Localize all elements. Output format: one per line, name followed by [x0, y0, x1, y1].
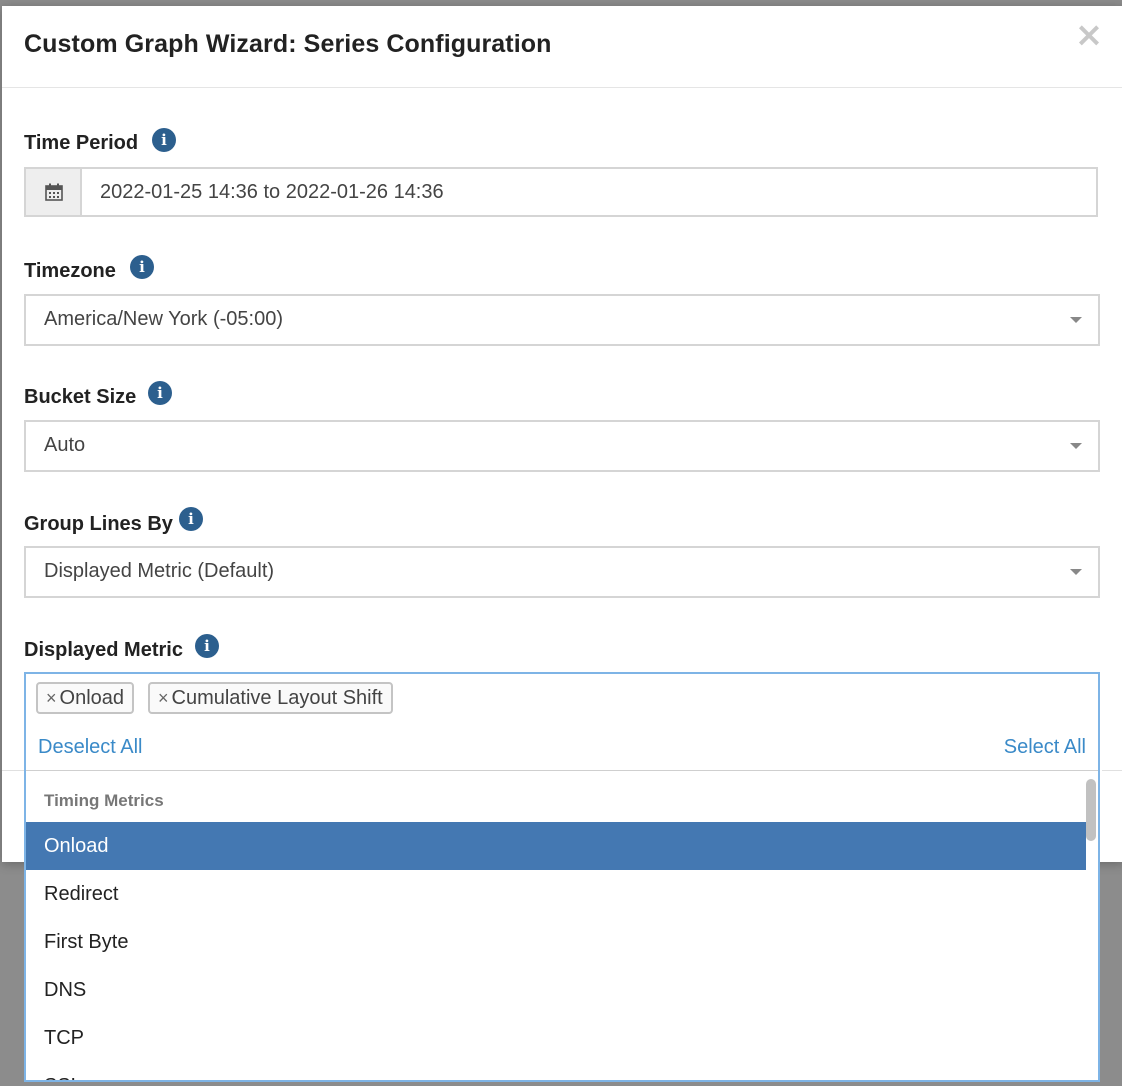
option-dns[interactable]: DNS	[26, 966, 1086, 1014]
time-period-value: 2022-01-25 14:36 to 2022-01-26 14:36	[100, 181, 444, 203]
calendar-icon	[45, 183, 63, 201]
tag-label: Cumulative Layout Shift	[171, 687, 383, 709]
footer-divider	[1102, 770, 1122, 771]
displayed-metric-info-icon[interactable]: i	[195, 634, 219, 658]
group-lines-by-info-icon[interactable]: i	[179, 507, 203, 531]
timezone-label: Timezone	[24, 260, 116, 282]
modal-header: Custom Graph Wizard: Series Configuratio…	[2, 6, 1122, 88]
tag-onload: × Onload	[36, 682, 135, 714]
bucket-size-value: Auto	[44, 434, 86, 456]
option-tcp[interactable]: TCP	[26, 1014, 1086, 1062]
option-first-byte[interactable]: First Byte	[26, 918, 1086, 966]
chevron-down-icon	[1070, 569, 1082, 575]
bucket-size-label: Bucket Size	[24, 386, 137, 408]
chevron-down-icon	[1070, 443, 1082, 449]
displayed-metric-multiselect[interactable]: × Onload × Cumulative Layout Shift Deselec…	[24, 672, 1100, 1082]
select-actions: Deselect All Select All	[26, 728, 1098, 771]
options-list[interactable]: Timing Metrics Onload Redirect First Byt…	[26, 771, 1098, 1080]
tag-remove-icon[interactable]: ×	[46, 688, 57, 708]
tag-remove-icon[interactable]: ×	[158, 688, 169, 708]
modal-title: Custom Graph Wizard: Series Configuratio…	[24, 30, 552, 58]
timezone-select[interactable]: America/New York (-05:00)	[24, 294, 1100, 346]
scrollbar-thumb[interactable]	[1086, 779, 1096, 841]
option-group-header: Timing Metrics	[44, 791, 164, 810]
group-lines-by-select[interactable]: Displayed Metric (Default)	[24, 546, 1100, 598]
option-ssl[interactable]: SSL	[26, 1062, 1086, 1080]
close-icon[interactable]: ×	[1074, 18, 1104, 52]
time-period-label: Time Period	[24, 132, 139, 154]
timezone-info-icon[interactable]: i	[130, 255, 154, 279]
time-period-info-icon[interactable]: i	[152, 128, 176, 152]
selected-tags[interactable]: × Onload × Cumulative Layout Shift	[26, 674, 1098, 728]
timezone-value: America/New York (-05:00)	[44, 308, 283, 330]
page: Custom Graph Wizard: Series Configuratio…	[0, 0, 1122, 1086]
tag-label: Onload	[59, 687, 125, 709]
option-redirect[interactable]: Redirect	[26, 870, 1086, 918]
time-period-input[interactable]: 2022-01-25 14:36 to 2022-01-26 14:36	[24, 167, 1098, 217]
deselect-all-link[interactable]: Deselect All	[38, 736, 143, 759]
bucket-size-select[interactable]: Auto	[24, 420, 1100, 472]
footer-divider	[2, 770, 26, 771]
bucket-size-info-icon[interactable]: i	[148, 381, 172, 405]
group-lines-by-value: Displayed Metric (Default)	[44, 560, 275, 582]
group-lines-by-label: Group Lines By	[24, 513, 173, 535]
select-all-link[interactable]: Select All	[1004, 736, 1086, 759]
option-onload[interactable]: Onload	[26, 822, 1086, 870]
chevron-down-icon	[1070, 317, 1082, 323]
calendar-addon[interactable]	[26, 169, 82, 215]
displayed-metric-label: Displayed Metric	[24, 639, 183, 661]
tag-cumulative-layout-shift: × Cumulative Layout Shift	[148, 682, 393, 714]
